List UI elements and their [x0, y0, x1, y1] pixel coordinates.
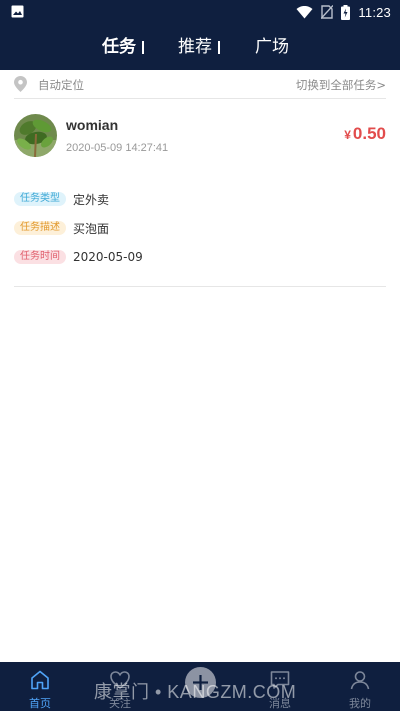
clock-time: 11:23 — [358, 4, 391, 20]
nav-profile[interactable]: 我的 — [320, 662, 400, 711]
nav-label: 首页 — [29, 697, 51, 710]
user-icon — [350, 671, 370, 690]
tab-tasks[interactable]: 任务 — [102, 37, 144, 57]
avatar[interactable] — [14, 114, 57, 157]
switch-all-tasks-link[interactable]: 切换到全部任务> — [296, 77, 386, 93]
battery-charging-icon — [341, 4, 351, 20]
price-amount: 0.50 — [352, 124, 386, 143]
task-price: ¥0.50 — [344, 124, 386, 144]
avatar-image — [14, 114, 57, 157]
home-icon — [31, 670, 49, 690]
tab-label: 广场 — [255, 37, 289, 57]
tab-square[interactable]: 广场 — [255, 37, 289, 57]
username: womian — [66, 117, 119, 133]
wifi-icon — [296, 5, 313, 18]
tab-recommend[interactable]: 推荐 — [178, 37, 220, 57]
task-type-tag: 任务类型 — [14, 192, 66, 206]
task-description-row: 任务描述 买泡面 — [14, 220, 109, 236]
task-type-value: 定外卖 — [73, 192, 110, 207]
task-time-value: 2020-05-09 — [73, 250, 143, 264]
auto-location-label[interactable]: 自动定位 — [38, 77, 84, 93]
task-description-tag: 任务描述 — [14, 221, 66, 235]
post-time: 2020-05-09 14:27:41 — [66, 142, 169, 154]
top-tab-bar: 任务 推荐 广场 — [0, 24, 400, 70]
tab-label: 任务 — [102, 37, 136, 57]
location-row: 自动定位 切换到全部任务> — [14, 70, 386, 99]
location-pin-icon — [14, 76, 27, 92]
task-description-value: 买泡面 — [73, 221, 110, 236]
task-time-row: 任务时间 2020-05-09 — [14, 249, 143, 265]
nav-label: 我的 — [349, 697, 371, 710]
tab-label: 推荐 — [178, 37, 212, 57]
status-bar: 11:23 — [0, 0, 400, 24]
nav-home[interactable]: 首页 — [0, 662, 80, 711]
tab-divider — [142, 41, 144, 54]
currency-symbol: ¥ — [344, 128, 351, 142]
watermark: 康掌门 • KANGZM.COM — [94, 682, 297, 702]
no-sim-icon — [321, 5, 334, 19]
task-card[interactable]: womian 2020-05-09 14:27:41 ¥0.50 任务类型 定外… — [14, 99, 386, 287]
task-time-tag: 任务时间 — [14, 250, 66, 264]
tab-divider — [218, 41, 220, 54]
task-type-row: 任务类型 定外卖 — [14, 191, 109, 207]
gallery-icon — [11, 5, 24, 18]
